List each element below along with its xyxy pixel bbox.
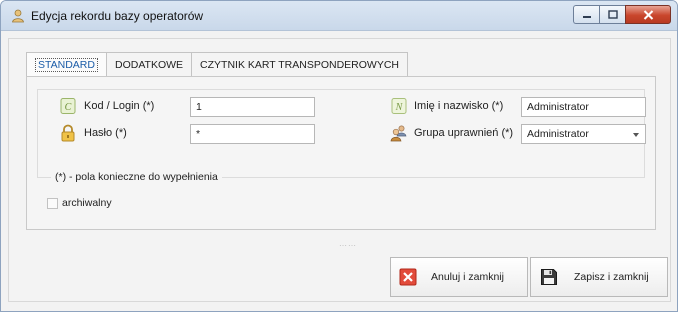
close-x-icon	[399, 268, 417, 286]
login-input[interactable]: 1	[190, 97, 315, 117]
group-select-value: Administrator	[527, 128, 589, 140]
window-title: Edycja rekordu bazy operatorów	[31, 9, 204, 23]
tab-dodatkowe-label: DODATKOWE	[114, 58, 184, 71]
save-close-button[interactable]: Zapisz i zamknij	[530, 257, 668, 297]
archived-label[interactable]: archiwalny	[62, 197, 112, 209]
required-fields-note: (*) - pola konieczne do wypełnienia	[51, 171, 222, 183]
id-card-icon: C	[59, 97, 77, 115]
password-label: Hasło (*)	[84, 127, 127, 139]
tab-standard[interactable]: STANDARD	[26, 52, 107, 76]
group-label: Grupa uprawnień (*)	[414, 127, 514, 139]
chevron-down-icon[interactable]	[633, 133, 639, 137]
tab-dodatkowe[interactable]: DODATKOWE	[105, 52, 193, 76]
cancel-close-button[interactable]: Anuluj i zamknij	[390, 257, 528, 297]
tab-czytnik-kart[interactable]: CZYTNIK KART TRANSPONDEROWYCH	[191, 52, 408, 76]
maximize-button[interactable]	[599, 5, 625, 24]
user-icon	[11, 9, 25, 23]
close-icon	[643, 9, 653, 20]
name-label: Imię i nazwisko (*)	[414, 100, 504, 112]
tab-standard-label: STANDARD	[35, 57, 98, 72]
dialog-body: STANDARD DODATKOWE CZYTNIK KART TRANSPON…	[8, 38, 671, 302]
cancel-close-label: Anuluj i zamknij	[431, 271, 504, 283]
close-button[interactable]	[625, 5, 671, 24]
archived-checkbox[interactable]	[47, 198, 58, 209]
minimize-icon	[582, 15, 591, 18]
svg-text:N: N	[395, 102, 404, 113]
splitter-grip[interactable]: ⋯⋯	[339, 241, 357, 250]
password-input[interactable]: *	[190, 124, 315, 144]
save-close-label: Zapisz i zamknij	[574, 271, 649, 283]
id-card-icon: N	[390, 97, 408, 115]
minimize-button[interactable]	[573, 5, 599, 24]
tab-strip: STANDARD DODATKOWE CZYTNIK KART TRANSPON…	[26, 52, 408, 76]
group-select[interactable]: Administrator	[521, 124, 646, 144]
login-label: Kod / Login (*)	[84, 100, 155, 112]
title-bar[interactable]: Edycja rekordu bazy operatorów	[1, 1, 677, 31]
maximize-icon	[607, 10, 618, 19]
name-input[interactable]: Administrator	[521, 97, 646, 117]
svg-text:C: C	[65, 102, 72, 113]
form-group-box: C Kod / Login (*) 1 Hasło (*) * N Imię i…	[37, 89, 646, 177]
floppy-disk-icon	[540, 268, 558, 286]
padlock-icon	[59, 124, 77, 142]
tab-czytnik-kart-label: CZYTNIK KART TRANSPONDEROWYCH	[200, 58, 399, 71]
caption-buttons	[573, 5, 671, 25]
tab-page-standard: C Kod / Login (*) 1 Hasło (*) * N Imię i…	[26, 76, 656, 230]
dialog-window: Edycja rekordu bazy operatorów STANDARD …	[0, 0, 678, 312]
users-group-icon	[390, 124, 408, 142]
